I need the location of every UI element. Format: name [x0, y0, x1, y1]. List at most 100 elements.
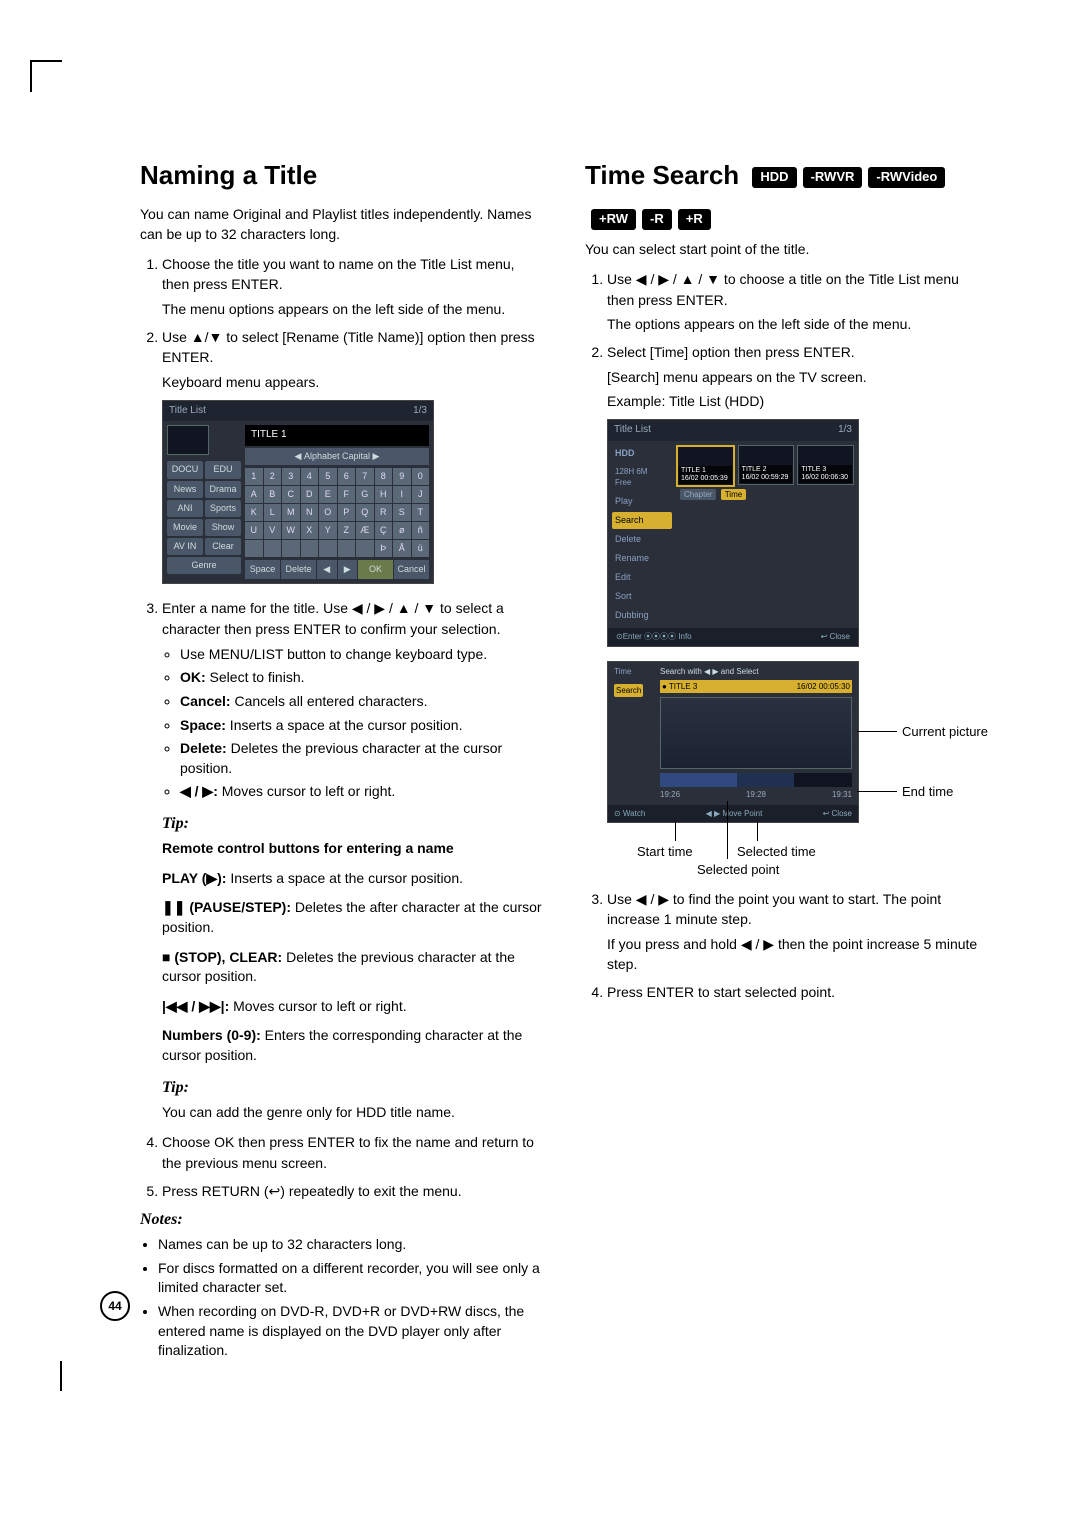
tss-timeline-seg	[660, 773, 737, 787]
kb-key: X	[301, 522, 319, 539]
tl-side-free: 128H 6M Free	[612, 464, 672, 491]
annotation-line	[727, 801, 728, 859]
annotation-selected-time: Selected time	[737, 843, 816, 862]
page-number: 44	[100, 1291, 130, 1321]
kb-action-left: ◀	[317, 560, 337, 579]
bullet: Cancel: Cancels all entered characters.	[180, 692, 545, 712]
step-text: Enter a name for the title. Use ◀ / ▶ / …	[162, 600, 504, 636]
kb-key: P	[338, 504, 356, 521]
kb-genre-btn: Genre	[167, 557, 241, 574]
tl-body: HDD 128H 6M Free Play Search Delete Rena…	[608, 441, 858, 629]
kb-key: J	[412, 486, 430, 503]
kb-key: F	[338, 486, 356, 503]
note: When recording on DVD-R, DVD+R or DVD+RW…	[158, 1302, 545, 1361]
tl-thumb-label: TITLE 2 16/02 00:59:29	[740, 465, 793, 482]
kb-key: Þ	[375, 540, 393, 557]
kb-actions-row: Space Delete ◀ ▶ OK Cancel	[245, 560, 429, 579]
step-2: Use ▲/▼ to select [Rename (Title Name)] …	[162, 327, 545, 584]
bullet-label: Cancel:	[180, 693, 231, 709]
kb-key	[301, 540, 319, 557]
annotation-line	[857, 731, 897, 732]
kb-key: 8	[375, 468, 393, 485]
label: ■ (STOP), CLEAR:	[162, 949, 282, 965]
tl-main: TITLE 1 16/02 00:05:39 TITLE 2 16/02 00:…	[676, 445, 854, 625]
keyboard-screenshot: Title List 1/3 DOCU EDU News Drama	[162, 400, 434, 584]
tss-time-selected: 19:28	[746, 789, 766, 801]
time-search-screenshot: Time Search Search with ◀ ▶ and Select ●	[607, 661, 859, 823]
step-1: Choose the title you want to name on the…	[162, 254, 545, 319]
tl-submenu: Chapter Time	[676, 487, 854, 503]
bullet: ◀ / ▶: Moves cursor to left or right.	[180, 782, 545, 802]
tss-side: Time Search	[614, 666, 654, 697]
tl-foot-right: ↩ Close	[821, 631, 850, 643]
text: Inserts a space at the cursor position.	[226, 870, 463, 886]
tl-sidebar: HDD 128H 6M Free Play Search Delete Rena…	[612, 445, 672, 625]
annotation-current: Current picture	[902, 723, 988, 742]
kb-genre-btn: Drama	[205, 481, 241, 498]
text: Moves cursor to left or right.	[229, 998, 406, 1014]
kb-key: W	[282, 522, 300, 539]
bullet: Delete: Deletes the previous character a…	[180, 739, 545, 778]
tip-heading: Tip:	[162, 1076, 545, 1099]
kb-key: I	[393, 486, 411, 503]
kb-key: G	[356, 486, 374, 503]
badge: +R	[678, 209, 711, 230]
badge: -RWVideo	[868, 167, 945, 188]
label: ❚❚ (PAUSE/STEP):	[162, 899, 291, 915]
tl-header-title: Title List	[614, 423, 651, 438]
tl-page-indicator: 1/3	[838, 423, 852, 438]
step-2: Select [Time] option then press ENTER. […	[607, 342, 990, 881]
left-column: Naming a Title You can name Original and…	[140, 160, 545, 1371]
tl-header: Title List 1/3	[608, 420, 858, 441]
kb-key: V	[264, 522, 282, 539]
tss-title-text: TITLE 3	[669, 681, 697, 693]
kb-genre-btn: EDU	[205, 461, 241, 478]
badge: HDD	[752, 167, 796, 188]
kb-genre-btn: Clear	[205, 538, 241, 555]
bullet-label: Space:	[180, 717, 226, 733]
kb-key: A	[245, 486, 263, 503]
intro-text: You can select start point of the title.	[585, 240, 990, 260]
step-text: Use ◀ / ▶ / ▲ / ▼ to choose a title on t…	[607, 271, 959, 307]
tss-hint: Search with ◀ ▶ and Select	[660, 666, 852, 678]
kb-header-title: Title List	[169, 404, 206, 419]
tss-foot-watch: ⊙ Watch	[614, 808, 645, 820]
bullet: Use MENU/LIST button to change keyboard …	[180, 645, 545, 665]
kb-genre-btn: AV IN	[167, 538, 203, 555]
title-text: Time Search	[585, 160, 739, 190]
tl-side-top: HDD	[612, 445, 672, 462]
badge: -R	[642, 209, 672, 230]
kb-mode-arrow: ▶	[373, 451, 380, 461]
kb-key: 2	[264, 468, 282, 485]
step-sub: Keyboard menu appears.	[162, 372, 545, 392]
label: PLAY (▶):	[162, 870, 226, 886]
char-entry-bullets: Use MENU/LIST button to change keyboard …	[162, 645, 545, 802]
label: Numbers (0-9):	[162, 1027, 261, 1043]
tl-menu-item: Rename	[612, 550, 672, 567]
step-text: Use ◀ / ▶ to find the point you want to …	[607, 891, 941, 927]
bullet: OK: Select to finish.	[180, 668, 545, 688]
tss-side-time: Time	[614, 666, 654, 678]
kb-key: Æ	[356, 522, 374, 539]
media-badges-row2: +RW -R +R	[591, 209, 711, 230]
titlelist-screenshot: Title List 1/3 HDD 128H 6M Free Play	[607, 419, 859, 647]
circle-icon: ●	[662, 681, 667, 693]
badge: -RWVR	[803, 167, 863, 188]
tl-thumb-label: TITLE 1 16/02 00:05:39	[679, 466, 732, 483]
kb-key: M	[282, 504, 300, 521]
tss-footer: ⊙ Watch ◀ ▶ Move Point ↩ Close	[608, 805, 858, 823]
notes-bullets: Names can be up to 32 characters long. F…	[140, 1235, 545, 1361]
bullet-text: Deletes the previous character at the cu…	[180, 740, 502, 776]
tss-title-date: 16/02 00:05:30	[797, 681, 850, 693]
kb-key: 6	[338, 468, 356, 485]
bullet-label: ◀ / ▶:	[180, 783, 218, 799]
kb-key: R	[375, 504, 393, 521]
step-sub: The menu options appears on the left sid…	[162, 299, 545, 319]
tss-foot-close: ↩ Close	[823, 808, 852, 820]
kb-key: K	[245, 504, 263, 521]
tip-text: You can add the genre only for HDD title…	[162, 1103, 545, 1123]
remote-pause: ❚❚ (PAUSE/STEP): Deletes the after chara…	[162, 898, 545, 937]
time-search-figure: Time Search Search with ◀ ▶ and Select ●	[607, 661, 990, 881]
step-1: Use ◀ / ▶ / ▲ / ▼ to choose a title on t…	[607, 269, 990, 334]
tss-title-bar: ● TITLE 3 16/02 00:05:30	[660, 680, 852, 694]
